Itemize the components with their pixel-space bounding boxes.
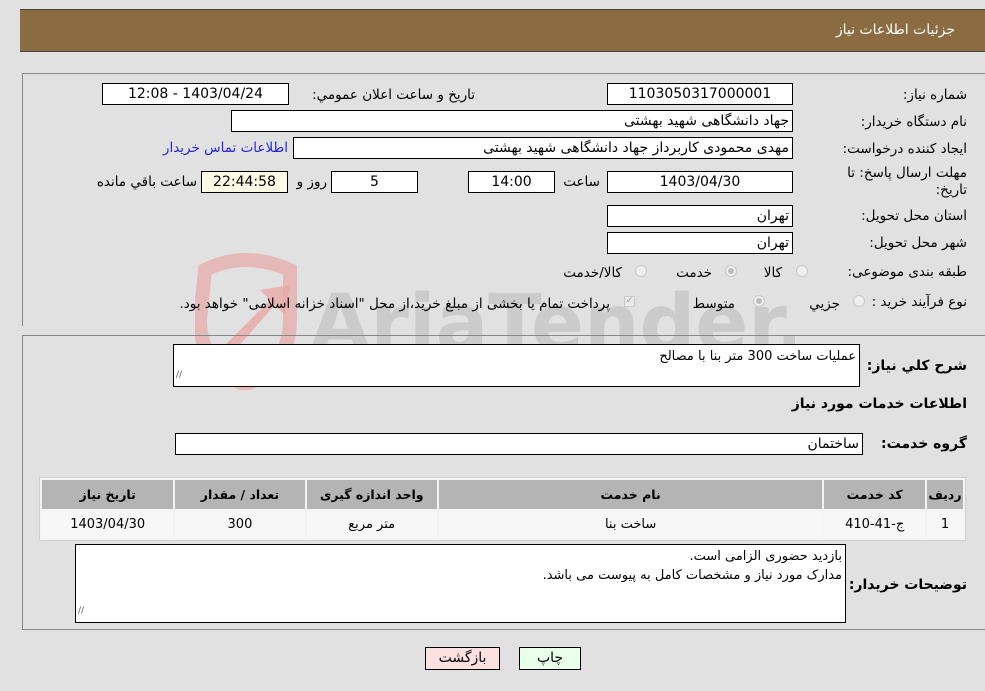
cell-unit: متر مربع (306, 511, 437, 538)
category-radio-goods[interactable] (796, 265, 808, 277)
print-button[interactable]: چاپ (519, 647, 581, 670)
city-field[interactable]: تهران (607, 232, 793, 254)
cell-need-date: 1403/04/30 (42, 511, 174, 538)
province-field[interactable]: تهران (607, 205, 793, 227)
remaining-time-field[interactable]: 22:44:58 (201, 171, 288, 193)
col-header-service-code: کد خدمت (824, 480, 925, 509)
process-radio-minor[interactable] (853, 295, 865, 307)
deadline-label: مهلت ارسال پاسخ: تا تاريخ: (847, 165, 967, 198)
col-header-quantity: تعداد / مقدار (175, 480, 305, 509)
buyer-notes-line-2: مدارک مورد نیاز و مشخصات کامل به پیوست م… (542, 568, 842, 583)
summary-text: عمليات ساخت 300 متر بنا با مصالح (659, 349, 856, 364)
buyer-notes-line-1: بازدید حضوری الزامی است. (689, 549, 842, 564)
category-radio-goods-service[interactable] (635, 265, 647, 277)
days-remaining-field[interactable]: 5 (331, 171, 418, 193)
buyer-notes-label: توضيحات خريدار: (848, 577, 967, 593)
service-group-label: گروه خدمت: (881, 436, 967, 452)
page-header: جزئيات اطلاعات نياز (20, 9, 985, 52)
cell-quantity: 300 (175, 511, 305, 538)
cell-row-number: 1 (926, 511, 963, 538)
col-header-need-date: تاريخ نياز (42, 480, 174, 509)
process-option-medium: متوسط (692, 296, 735, 312)
category-option-service: خدمت (676, 265, 712, 281)
announce-label: تاريخ و ساعت اعلان عمومي: (312, 87, 475, 103)
resize-grip-icon[interactable]: // (176, 366, 182, 385)
col-header-row-number: رديف (926, 480, 963, 509)
resize-grip-icon[interactable]: // (78, 602, 84, 621)
back-button[interactable]: بازگشت (425, 647, 500, 670)
category-option-goods-service: کالا/خدمت (563, 265, 622, 281)
buyer-notes-textarea[interactable]: بازدید حضوری الزامی است. مدارک مورد نیاز… (75, 544, 846, 623)
province-label: استان محل تحويل: (861, 208, 967, 224)
page-title: جزئيات اطلاعات نياز (835, 22, 955, 38)
cell-service-name: ساخت بنا (438, 511, 823, 538)
col-header-service-name: نام خدمت (438, 480, 823, 509)
buyer-org-field[interactable]: جهاد دانشگاهی شهید بهشتی (231, 110, 793, 132)
days-label: روز و (296, 174, 327, 190)
buyer-contact-link[interactable]: اطلاعات تماس خريدار (163, 140, 288, 156)
category-radio-service[interactable] (725, 265, 737, 277)
deadline-time-label: ساعت (563, 174, 600, 190)
announce-datetime-field[interactable]: 1403/04/24 - 12:08 (102, 83, 289, 105)
category-label: طبقه بندی موضوعی: (847, 264, 967, 280)
service-group-field[interactable]: ساختمان (175, 433, 863, 455)
table-row: 1 ج-41-410 ساخت بنا متر مربع 300 1403/04… (42, 511, 963, 538)
summary-textarea[interactable]: عمليات ساخت 300 متر بنا با مصالح // (173, 344, 860, 387)
process-type-label: نوع فرآيند خريد : (871, 294, 967, 310)
cell-service-code: ج-41-410 (824, 511, 925, 538)
process-radio-medium[interactable] (753, 295, 765, 307)
deadline-time-field[interactable]: 14:00 (468, 171, 555, 193)
treasury-checkbox[interactable]: ✓ (624, 296, 635, 307)
category-option-goods: کالا (763, 265, 782, 281)
services-heading: اطلاعات خدمات مورد نياز (791, 396, 967, 412)
remaining-time-label: ساعت باقي مانده (96, 174, 197, 190)
buyer-org-label: نام دستگاه خريدار: (860, 114, 967, 130)
need-number-field[interactable]: 1103050317000001 (607, 83, 793, 105)
requester-label: ايجاد کننده درخواست: (842, 141, 967, 157)
deadline-date-field[interactable]: 1403/04/30 (607, 171, 793, 193)
col-header-unit: واحد اندازه گيری (306, 480, 437, 509)
summary-label: شرح کلي نياز: (866, 358, 967, 374)
table-header-row: رديف کد خدمت نام خدمت واحد اندازه گيری ت… (42, 480, 963, 509)
need-number-label: شماره نياز: (902, 87, 967, 103)
services-table: رديف کد خدمت نام خدمت واحد اندازه گيری ت… (39, 477, 966, 541)
city-label: شهر محل تحويل: (869, 235, 967, 251)
treasury-text: پرداخت تمام يا بخشی از مبلغ خريد،از محل … (179, 296, 610, 312)
requester-field[interactable]: مهدی محمودی کاربرداز جهاد دانشگاهی شهید … (293, 137, 793, 159)
process-option-minor: جزيي (809, 296, 840, 312)
